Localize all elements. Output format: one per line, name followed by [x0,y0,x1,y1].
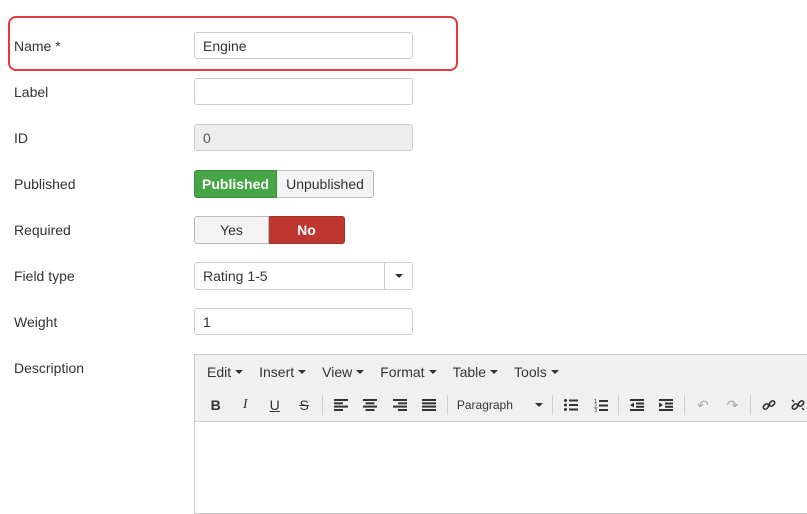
chevron-down-icon [535,403,544,407]
toolbar-separator [750,395,752,415]
chevron-down-icon[interactable] [384,263,412,289]
editor-toolbar: B I U S Paragraph 123 ↶ ↷ [195,389,807,422]
align-right-icon[interactable] [385,392,414,418]
svg-text:3: 3 [594,408,597,412]
outdent-icon[interactable] [622,392,651,418]
menu-insert[interactable]: Insert [251,364,314,380]
align-center-icon[interactable] [355,392,384,418]
id-input [194,124,413,151]
link-icon[interactable] [754,392,783,418]
description-label: Description [14,360,85,376]
weight-label: Weight [14,314,58,330]
editor-content-area[interactable] [195,422,807,502]
toolbar-separator [552,395,554,415]
description-editor: Edit Insert View Format Table Tools B I … [194,354,807,514]
redo-icon[interactable]: ↷ [718,392,747,418]
field-type-label: Field type [14,268,75,284]
italic-icon[interactable]: I [230,392,259,418]
toolbar-separator [684,395,686,415]
menu-table[interactable]: Table [445,364,506,380]
bold-icon[interactable]: B [201,392,230,418]
required-yes-button[interactable]: Yes [194,216,269,244]
label-label: Label [14,84,49,100]
unlink-icon[interactable] [784,392,807,418]
menu-format[interactable]: Format [372,364,444,380]
menu-tools[interactable]: Tools [506,364,567,380]
toolbar-separator [321,395,323,415]
indent-icon[interactable] [652,392,681,418]
align-justify-icon[interactable] [414,392,443,418]
align-left-icon[interactable] [326,392,355,418]
paragraph-format-value: Paragraph [456,398,513,412]
numbered-list-icon[interactable]: 123 [586,392,615,418]
weight-input[interactable] [194,308,413,335]
toolbar-separator [618,395,620,415]
underline-icon[interactable]: U [260,392,289,418]
toolbar-separator [446,395,448,415]
field-type-value: Rating 1-5 [203,268,268,284]
id-label: ID [14,130,28,146]
published-label: Published [14,176,76,192]
paragraph-format-select[interactable]: Paragraph [451,392,549,418]
required-no-button[interactable]: No [269,216,345,244]
name-label: Name * [14,38,61,54]
label-input[interactable] [194,78,413,105]
published-button[interactable]: Published [194,170,277,198]
required-label: Required [14,222,71,238]
unpublished-button[interactable]: Unpublished [277,170,374,198]
required-toggle: Yes No [194,216,345,244]
strikethrough-icon[interactable]: S [289,392,318,418]
menu-edit[interactable]: Edit [199,364,251,380]
bullet-list-icon[interactable] [556,392,585,418]
editor-menubar: Edit Insert View Format Table Tools [195,355,807,389]
field-type-select[interactable]: Rating 1-5 [194,262,413,290]
menu-view[interactable]: View [314,364,372,380]
undo-icon[interactable]: ↶ [688,392,717,418]
name-input[interactable] [194,32,413,59]
published-toggle: Published Unpublished [194,170,374,198]
